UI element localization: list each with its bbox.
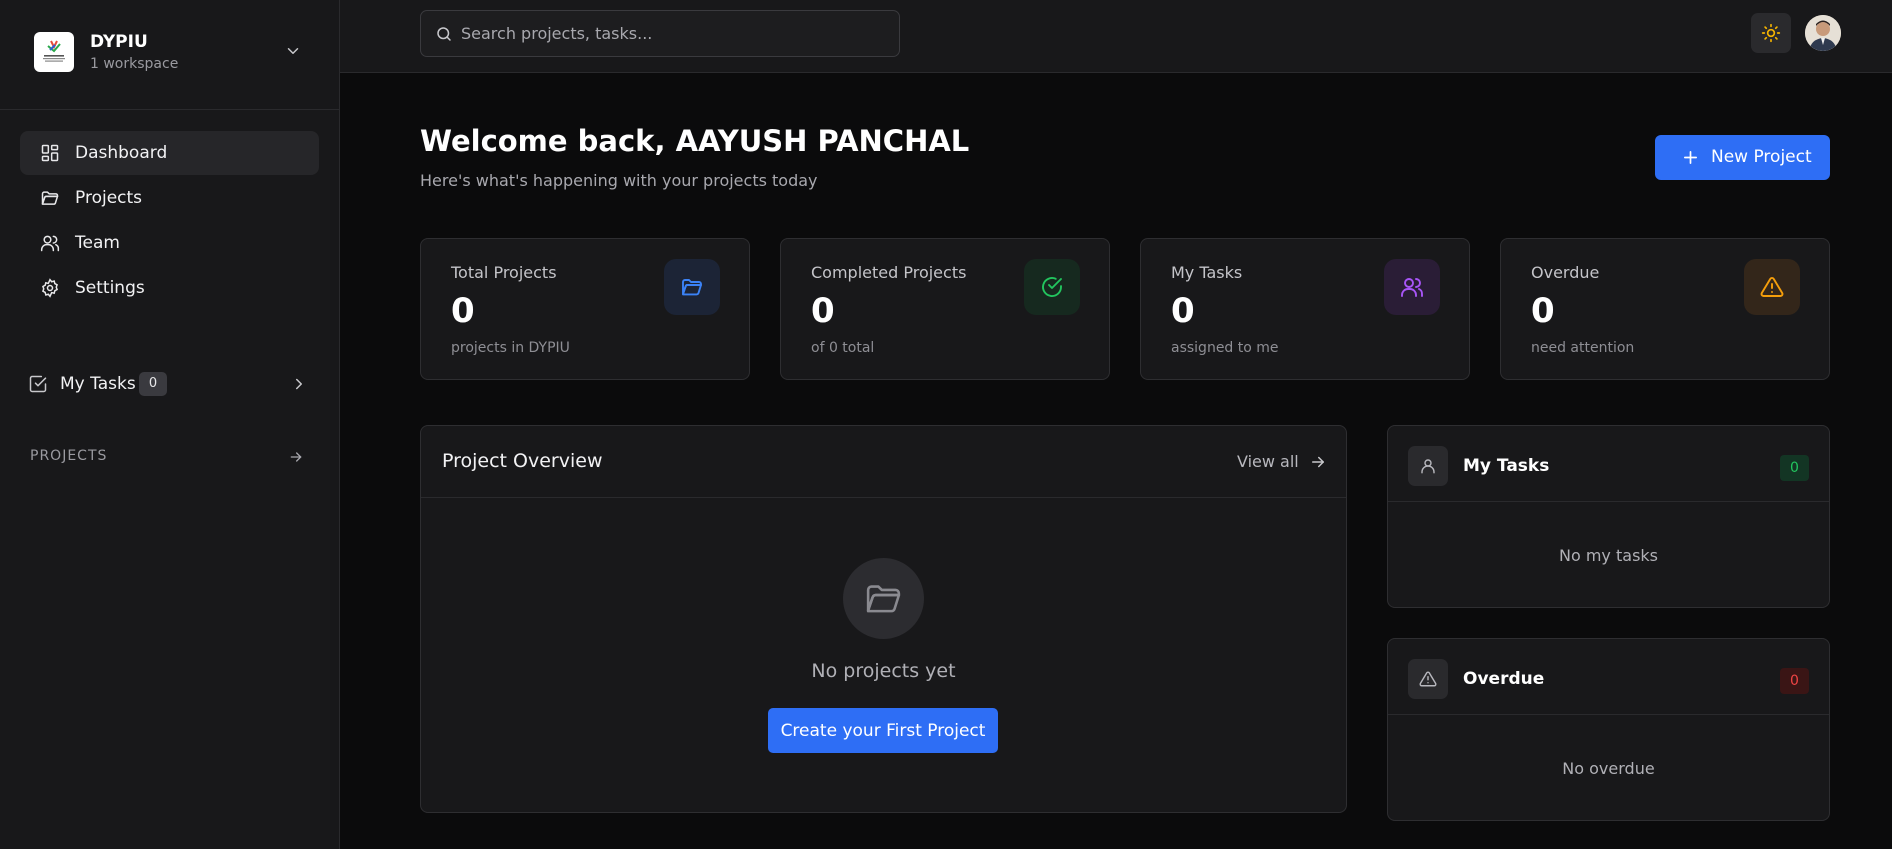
stat-value: 0: [811, 291, 835, 331]
stat-value: 0: [451, 291, 475, 331]
avatar[interactable]: [1805, 15, 1841, 51]
new-project-label: New Project: [1711, 147, 1812, 167]
sidebar-item-label: Dashboard: [75, 143, 168, 163]
project-overview-title: Project Overview: [442, 450, 603, 472]
sidebar-my-tasks[interactable]: My Tasks 0: [28, 368, 308, 400]
app-root: DYPIU 1 workspace Dashboard Projects Tea…: [0, 0, 1892, 849]
stat-card-total-projects: Total Projects 0 projects in DYPIU: [420, 238, 750, 380]
arrow-right-icon[interactable]: [1309, 453, 1327, 471]
stat-icon-box: [1384, 259, 1440, 315]
sidebar-item-settings[interactable]: Settings: [20, 266, 319, 310]
stat-title: My Tasks: [1171, 263, 1243, 282]
overdue-panel-header: Overdue 0: [1388, 639, 1829, 715]
stat-title: Completed Projects: [811, 263, 967, 282]
project-overview-card: Project Overview View all No projects ye…: [420, 425, 1347, 813]
my-tasks-empty-text: No my tasks: [1559, 546, 1658, 565]
stat-icon-box: [1024, 259, 1080, 315]
stat-subtitle: projects in DYPIU: [451, 340, 570, 356]
stat-value: 0: [1171, 291, 1195, 331]
stat-card-my-tasks: My Tasks 0 assigned to me: [1140, 238, 1470, 380]
workspace-name: DYPIU: [90, 32, 148, 52]
workspace-logo: [34, 32, 74, 72]
arrow-right-icon[interactable]: [288, 449, 304, 465]
search-input[interactable]: [461, 11, 891, 56]
stat-value: 0: [1531, 291, 1555, 331]
stat-subtitle: need attention: [1531, 340, 1635, 356]
theme-toggle-button[interactable]: [1751, 13, 1791, 53]
sidebar-my-tasks-label: My Tasks: [60, 374, 136, 394]
plus-icon: [1683, 150, 1698, 165]
sidebar-item-projects[interactable]: Projects: [20, 176, 319, 220]
gear-icon: [41, 278, 59, 298]
stat-card-overdue: Overdue 0 need attention: [1500, 238, 1830, 380]
dashboard-icon: [41, 144, 59, 162]
my-tasks-panel-title: My Tasks: [1463, 456, 1550, 476]
folder-open-icon: [682, 279, 702, 296]
empty-state-text: No projects yet: [811, 660, 956, 682]
search-icon: [437, 27, 451, 41]
sidebar-item-label: Settings: [75, 278, 145, 298]
view-all-link[interactable]: View all: [1237, 452, 1299, 471]
page-subtitle: Here's what's happening with your projec…: [420, 171, 818, 190]
users-icon: [40, 235, 60, 252]
new-project-button[interactable]: New Project: [1655, 135, 1830, 180]
check-circle-icon: [1042, 277, 1062, 297]
overdue-panel: Overdue 0 No overdue: [1387, 638, 1830, 821]
sidebar-projects-heading: PROJECTS: [30, 448, 108, 464]
overdue-panel-title: Overdue: [1463, 669, 1545, 689]
topbar: [340, 0, 1892, 73]
create-first-project-button[interactable]: Create your First Project: [768, 708, 998, 753]
user-icon: [1421, 459, 1435, 474]
folder-icon: [41, 191, 59, 205]
warning-icon: [1760, 277, 1784, 297]
my-tasks-panel: My Tasks 0 No my tasks: [1387, 425, 1830, 608]
folder-open-icon: [866, 585, 901, 613]
overdue-count-badge: 0: [1780, 668, 1809, 694]
chevron-down-icon[interactable]: [284, 42, 302, 60]
sidebar-item-team[interactable]: Team: [20, 221, 319, 265]
panel-icon-box: [1408, 659, 1448, 699]
sidebar-item-label: Team: [75, 233, 120, 253]
project-overview-header: Project Overview View all: [421, 426, 1346, 498]
stat-icon-box: [664, 259, 720, 315]
overdue-empty-text: No overdue: [1562, 759, 1655, 778]
sidebar: DYPIU 1 workspace Dashboard Projects Tea…: [0, 0, 340, 849]
workspace-count: 1 workspace: [90, 56, 179, 72]
panel-icon-box: [1408, 446, 1448, 486]
page-title: Welcome back, AAYUSH PANCHAL: [420, 124, 970, 158]
stat-subtitle: assigned to me: [1171, 340, 1279, 356]
my-tasks-count-badge: 0: [1780, 455, 1809, 481]
empty-state-illustration: [843, 558, 924, 639]
stat-icon-box: [1744, 259, 1800, 315]
sidebar-item-label: Projects: [75, 188, 143, 208]
search-box[interactable]: [420, 10, 900, 57]
checkbox-icon: [29, 375, 47, 393]
my-tasks-panel-header: My Tasks 0: [1388, 426, 1829, 502]
sun-icon: [1761, 23, 1781, 43]
sidebar-item-dashboard[interactable]: Dashboard: [20, 131, 319, 175]
warning-icon: [1419, 671, 1437, 687]
stat-title: Overdue: [1531, 263, 1600, 282]
users-icon: [1401, 278, 1423, 297]
sidebar-my-tasks-count: 0: [139, 372, 167, 396]
stat-title: Total Projects: [451, 263, 557, 282]
workspace-switcher[interactable]: DYPIU 1 workspace: [0, 0, 339, 110]
stat-card-completed-projects: Completed Projects 0 of 0 total: [780, 238, 1110, 380]
stat-subtitle: of 0 total: [811, 340, 875, 356]
chevron-right-icon[interactable]: [290, 375, 308, 393]
